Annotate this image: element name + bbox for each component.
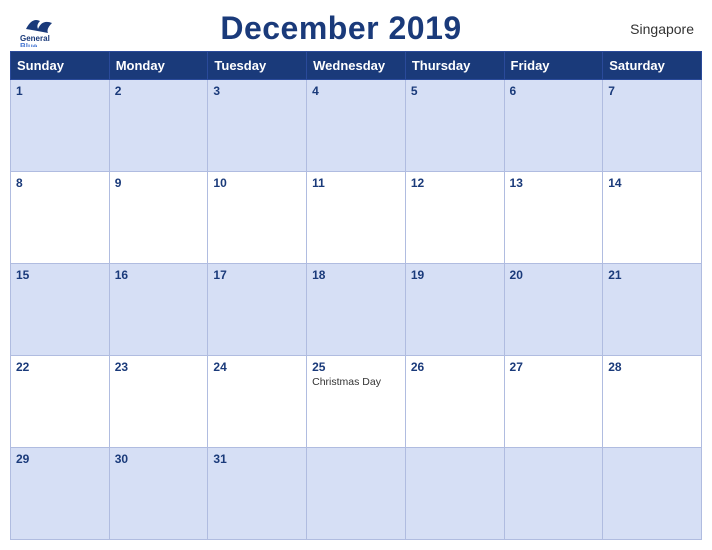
calendar-week-row: 89 10 11 12 13 14 <box>11 172 702 264</box>
calendar-day-cell: 10 <box>208 172 307 264</box>
header-tuesday: Tuesday <box>208 52 307 80</box>
day-number: 3 <box>213 84 301 98</box>
day-number: 23 <box>115 360 203 374</box>
calendar-day-cell: 7 <box>603 80 702 172</box>
calendar-day-cell: 18 <box>307 264 406 356</box>
calendar-day-cell: 17 <box>208 264 307 356</box>
weekday-header-row: Sunday Monday Tuesday Wednesday Thursday… <box>11 52 702 80</box>
day-number: 16 <box>115 268 203 282</box>
calendar-day-cell: 6 <box>504 80 603 172</box>
calendar-day-cell: 11 <box>307 172 406 264</box>
calendar-day-cell: 3 <box>208 80 307 172</box>
day-number: 29 <box>16 452 104 466</box>
calendar-body: 1234567891011121314151617181920212223242… <box>11 80 702 540</box>
calendar-day-cell <box>504 448 603 540</box>
calendar-day-cell: 26 <box>405 356 504 448</box>
day-number: 18 <box>312 268 400 282</box>
calendar-day-cell: 27 <box>504 356 603 448</box>
day-number: 4 <box>312 84 400 98</box>
calendar-day-cell: 23 <box>109 356 208 448</box>
calendar-day-cell: 20 <box>504 264 603 356</box>
calendar-title: December 2019 <box>220 10 461 46</box>
day-number: 7 <box>608 84 696 98</box>
day-number: 26 <box>411 360 499 374</box>
calendar-day-cell: 1 <box>11 80 110 172</box>
day-number: 1 <box>16 84 104 98</box>
calendar-day-cell: 14 <box>603 172 702 264</box>
calendar-day-cell <box>603 448 702 540</box>
calendar-day-cell: 21 <box>603 264 702 356</box>
calendar-day-cell: 25 Christmas Day <box>307 356 406 448</box>
day-event-label: Christmas Day <box>312 376 400 388</box>
day-number: 6 <box>510 84 598 98</box>
calendar-day-cell: 13 <box>504 172 603 264</box>
calendar-day-cell: 8 <box>11 172 110 264</box>
day-number: 9 <box>115 176 203 190</box>
calendar-header: General Blue December 2019 Singapore <box>0 0 712 51</box>
calendar-week-row: 15 16 17 18 19 20 21 <box>11 264 702 356</box>
day-number: 2 <box>115 84 203 98</box>
header-wednesday: Wednesday <box>307 52 406 80</box>
day-number: 19 <box>411 268 499 282</box>
calendar-day-cell: 4 <box>307 80 406 172</box>
calendar-day-cell: 28 <box>603 356 702 448</box>
logo-area: General Blue <box>18 11 78 47</box>
calendar-page: General Blue December 2019 Singapore Sun… <box>0 0 712 550</box>
day-number: 28 <box>608 360 696 374</box>
calendar-day-cell <box>405 448 504 540</box>
calendar-day-cell: 2 <box>109 80 208 172</box>
header-friday: Friday <box>504 52 603 80</box>
calendar-day-cell: 24 <box>208 356 307 448</box>
day-number: 27 <box>510 360 598 374</box>
calendar-day-cell: 16 <box>109 264 208 356</box>
calendar-day-cell <box>307 448 406 540</box>
header-saturday: Saturday <box>603 52 702 80</box>
generalblue-logo-icon: General Blue <box>18 11 78 47</box>
day-number: 30 <box>115 452 203 466</box>
calendar-day-cell: 29 <box>11 448 110 540</box>
calendar-week-row: 29 30 31 <box>11 448 702 540</box>
day-number: 17 <box>213 268 301 282</box>
day-number: 5 <box>411 84 499 98</box>
header-sunday: Sunday <box>11 52 110 80</box>
day-number: 13 <box>510 176 598 190</box>
title-area: December 2019 <box>78 10 604 47</box>
day-number: 31 <box>213 452 301 466</box>
day-number: 12 <box>411 176 499 190</box>
day-number: 14 <box>608 176 696 190</box>
calendar-table: Sunday Monday Tuesday Wednesday Thursday… <box>10 51 702 540</box>
calendar-day-cell: 15 <box>11 264 110 356</box>
day-number: 11 <box>312 176 400 190</box>
calendar-container: Sunday Monday Tuesday Wednesday Thursday… <box>0 51 712 550</box>
day-number: 21 <box>608 268 696 282</box>
header-monday: Monday <box>109 52 208 80</box>
calendar-week-row: 22 23 24 25 Christmas Day 26 27 28 <box>11 356 702 448</box>
day-number: 22 <box>16 360 104 374</box>
header-thursday: Thursday <box>405 52 504 80</box>
day-number: 8 <box>16 176 104 190</box>
day-number: 20 <box>510 268 598 282</box>
calendar-day-cell: 12 <box>405 172 504 264</box>
svg-text:Blue: Blue <box>20 42 38 47</box>
calendar-day-cell: 22 <box>11 356 110 448</box>
day-number: 15 <box>16 268 104 282</box>
calendar-week-row: 1234567 <box>11 80 702 172</box>
day-number: 25 <box>312 360 400 374</box>
region-label: Singapore <box>604 21 694 37</box>
calendar-day-cell: 9 <box>109 172 208 264</box>
calendar-day-cell: 30 <box>109 448 208 540</box>
calendar-day-cell: 5 <box>405 80 504 172</box>
day-number: 10 <box>213 176 301 190</box>
calendar-day-cell: 31 <box>208 448 307 540</box>
calendar-day-cell: 19 <box>405 264 504 356</box>
day-number: 24 <box>213 360 301 374</box>
